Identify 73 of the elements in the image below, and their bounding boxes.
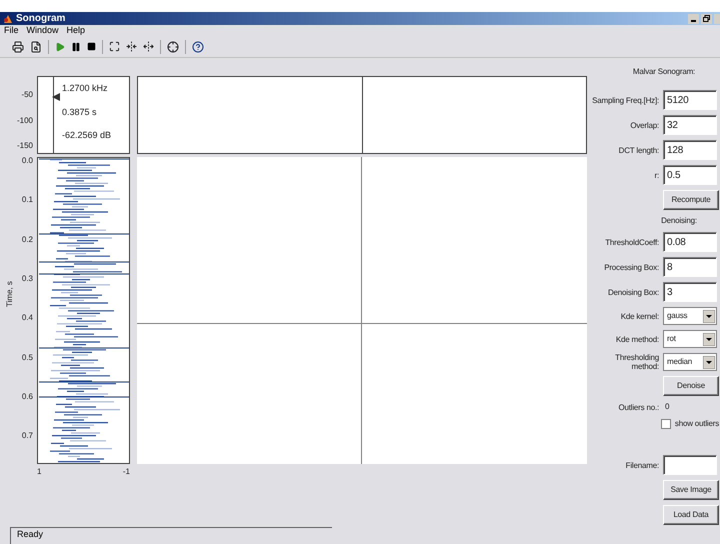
field-label: Kde method:	[614, 334, 659, 344]
play-icon[interactable]	[55, 42, 65, 52]
caret-icon	[703, 310, 715, 322]
field-label: Processing Box:	[603, 262, 659, 272]
y-tick-label: 0.2	[22, 234, 33, 246]
y-tick-label: 0.0	[22, 155, 33, 167]
x-tick-label: -1	[122, 466, 130, 478]
checkbox-label: show outliers	[674, 418, 719, 430]
input-field[interactable]: 32	[663, 115, 717, 135]
restore-icon	[703, 15, 710, 22]
minimize-icon	[691, 20, 696, 22]
marker-icon	[52, 93, 60, 101]
menu-item[interactable]: File	[4, 24, 19, 38]
input-field[interactable]: 8	[663, 257, 717, 277]
print-icon[interactable]	[12, 40, 24, 52]
dropdown[interactable]: rot	[663, 330, 717, 348]
status-bar: Ready	[10, 527, 332, 544]
field-label: Overlap:	[629, 120, 659, 130]
help-icon[interactable]	[192, 40, 204, 52]
menu-item[interactable]: Window	[26, 24, 59, 38]
zoom-icon[interactable]	[109, 41, 120, 52]
stop-icon[interactable]	[87, 42, 96, 51]
input-field[interactable]	[663, 455, 717, 475]
field-label: Outliers no.:	[617, 402, 659, 412]
field-label: Thresholding method:	[614, 353, 659, 371]
push-button[interactable]: Save Image	[663, 480, 719, 500]
y-tick-label: -100	[16, 114, 33, 126]
outliers-count: 0	[665, 401, 670, 413]
section-heading: Denoising:	[660, 215, 698, 227]
y-tick-label: 0.6	[22, 390, 33, 403]
field-label: Filename:	[624, 460, 659, 470]
field-label: Sampling Freq.[Hz]:	[591, 96, 659, 104]
caret-icon	[703, 332, 715, 346]
y-tick-label: -150	[16, 140, 33, 152]
readout-text: 0.3875 s	[62, 106, 98, 118]
menu-item[interactable]: Help	[66, 24, 86, 38]
y-tick-label: 0.3	[22, 272, 33, 285]
x-tick-label: 1	[37, 466, 42, 478]
field-label: Denoising Box:	[606, 288, 659, 296]
minimize-button[interactable]	[688, 14, 699, 24]
restore-button[interactable]	[701, 14, 712, 24]
checkbox[interactable]	[660, 419, 671, 429]
y-tick-label: 0.4	[22, 312, 33, 324]
caret-icon	[703, 356, 715, 368]
print-preview-icon[interactable]	[30, 40, 42, 52]
pause-icon[interactable]	[71, 42, 81, 52]
window-title: Sonogram	[16, 12, 66, 26]
field-label: Kde kernel:	[620, 312, 659, 320]
input-field[interactable]: 0.5	[663, 165, 717, 185]
y-tick-label: 0.5	[22, 352, 33, 364]
readout-text: -62.2569 dB	[62, 129, 112, 142]
push-button[interactable]: Denoise	[663, 376, 719, 396]
y-tick-label: 0.1	[22, 194, 33, 206]
axis-label: Time, s	[4, 281, 15, 307]
readout-text: 1.2700 kHz	[62, 82, 109, 95]
widen-icon[interactable]	[143, 41, 154, 52]
app-icon	[3, 14, 13, 24]
dropdown[interactable]: median	[663, 353, 717, 371]
input-field[interactable]: 0.08	[663, 232, 717, 252]
input-field[interactable]: 128	[663, 140, 717, 160]
y-tick-label: 0.7	[22, 430, 33, 442]
dropdown[interactable]: gauss	[663, 307, 717, 325]
narrow-icon[interactable]	[126, 41, 137, 52]
field-label: DCT length:	[618, 146, 659, 154]
input-field[interactable]: 5120	[663, 90, 717, 110]
crosshair-icon[interactable]	[167, 40, 179, 52]
field-label: r:	[654, 170, 659, 180]
field-label: ThresholdCoeff:	[604, 238, 659, 246]
push-button[interactable]: Recompute	[663, 190, 719, 210]
input-field[interactable]: 3	[663, 282, 717, 302]
panel-title: Malvar Sonogram:	[632, 66, 696, 78]
push-button[interactable]: Load Data	[663, 505, 719, 525]
y-tick-label: -50	[21, 89, 33, 101]
